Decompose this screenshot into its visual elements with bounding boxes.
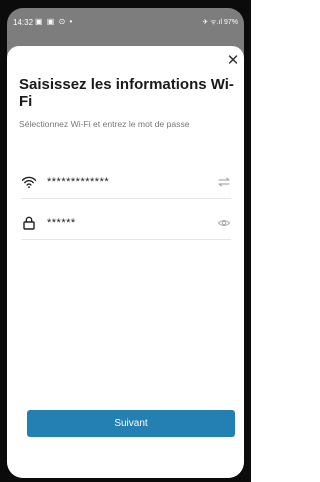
status-right-indicators: ✈ ᯤ.ıl 97% [202, 19, 238, 26]
page-title: Saisissez les informations Wi-Fi [19, 76, 234, 110]
next-button[interactable]: Suivant [27, 410, 235, 437]
status-bar: 14:32 ▣ ▣ ⊙ • ✈ ᯤ.ıl 97% [7, 8, 244, 34]
status-time: 14:32 [13, 18, 34, 27]
wifi-icon [21, 176, 37, 189]
lock-icon [23, 216, 35, 230]
close-icon: ✕ [226, 52, 240, 69]
wifi-network-field[interactable]: ************* [21, 172, 231, 199]
password-value: ****** [47, 217, 76, 229]
wifi-network-value: ************* [47, 176, 110, 188]
password-field[interactable]: ****** [21, 213, 231, 240]
page-subtitle: Sélectionnez Wi-Fi et entrez le mot de p… [19, 119, 190, 129]
phone-screen: 14:32 ▣ ▣ ⊙ • ✈ ᯤ.ıl 97% ✕ Saisissez les… [7, 8, 244, 478]
swap-icon[interactable] [217, 175, 231, 189]
close-button[interactable]: ✕ [222, 50, 244, 72]
status-left-icons: ▣ ▣ ⊙ • [35, 17, 74, 26]
device-frame: 14:32 ▣ ▣ ⊙ • ✈ ᯤ.ıl 97% ✕ Saisissez les… [0, 0, 251, 482]
eye-icon[interactable] [217, 216, 231, 230]
